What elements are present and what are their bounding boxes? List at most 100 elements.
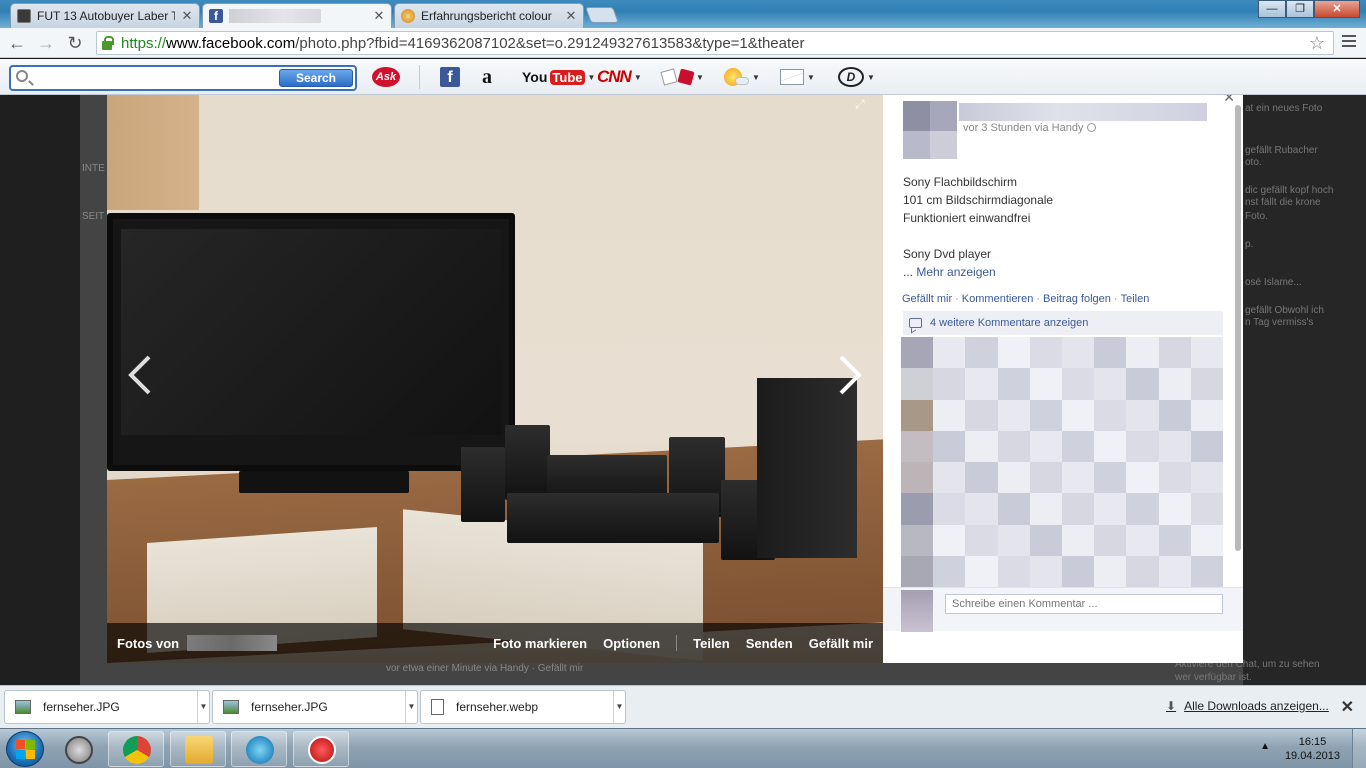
blurred-comment-pixel bbox=[1158, 399, 1191, 431]
comment-link[interactable]: Kommentieren bbox=[962, 293, 1034, 305]
send-button[interactable]: Senden bbox=[746, 636, 793, 651]
comment-input[interactable] bbox=[945, 594, 1223, 614]
tab-facebook[interactable]: f ✕ bbox=[202, 3, 392, 28]
blurred-comment-pixel bbox=[1062, 337, 1095, 369]
youtube-icon[interactable]: You Tube ▼ bbox=[522, 67, 595, 87]
fullscreen-icon[interactable]: ⤢ bbox=[855, 97, 869, 111]
show-all-downloads-link[interactable]: ⬇ Alle Downloads anzeigen... bbox=[1166, 699, 1329, 713]
blurred-comment-pixel bbox=[1094, 462, 1127, 494]
ask-search-input[interactable] bbox=[37, 69, 277, 87]
show-desktop-button[interactable] bbox=[1352, 729, 1366, 768]
facebook-icon[interactable]: f bbox=[440, 67, 460, 87]
like-link[interactable]: Gefällt mir bbox=[902, 293, 952, 305]
share-button[interactable]: Teilen bbox=[693, 636, 730, 651]
windows-taskbar: ▲ 16:15 19.04.2013 bbox=[0, 728, 1366, 768]
panel-scrollbar[interactable] bbox=[1235, 105, 1241, 551]
more-comments-link[interactable]: 4 weitere Kommentare anzeigen bbox=[903, 311, 1223, 335]
author-name-blurred[interactable] bbox=[959, 103, 1207, 121]
like-button[interactable]: Gefällt mir bbox=[809, 636, 873, 651]
post-timestamp[interactable]: vor 3 Stunden via Handy bbox=[963, 122, 1096, 134]
games-dice-icon[interactable]: ▼ bbox=[660, 67, 704, 87]
address-bar[interactable]: https://www.facebook.com/photo.php?fbid=… bbox=[96, 31, 1334, 55]
close-downloads-bar-button[interactable]: ✕ bbox=[1341, 697, 1354, 717]
taskbar-people[interactable] bbox=[231, 731, 287, 767]
bookmark-star-icon[interactable]: ☆ bbox=[1309, 33, 1325, 54]
next-photo-arrow-icon[interactable] bbox=[833, 353, 865, 397]
taskbar-explorer[interactable] bbox=[170, 731, 226, 767]
chevron-down-icon[interactable]: ▼ bbox=[696, 73, 704, 82]
blurred-comment-pixel bbox=[933, 399, 966, 431]
taskbar-chrome[interactable] bbox=[108, 731, 164, 767]
window-controls: — ❐ ✕ bbox=[1258, 0, 1360, 18]
blurred-comment-pixel bbox=[933, 555, 966, 587]
chrome-menu-icon[interactable] bbox=[1342, 35, 1356, 50]
chevron-down-icon[interactable]: ▼ bbox=[405, 691, 417, 723]
download-item[interactable]: fernseher.JPG ▼ bbox=[212, 690, 418, 724]
taskbar-fut13-autobuyer[interactable] bbox=[293, 731, 349, 767]
mail-icon[interactable]: ▼ bbox=[780, 67, 815, 87]
blurred-comment-pixel bbox=[901, 368, 934, 400]
minimize-button[interactable]: — bbox=[1258, 0, 1286, 18]
tab-fut13-autobuyer[interactable]: FUT 13 Autobuyer Laber T ✕ bbox=[10, 3, 200, 28]
blurred-comment-pixel bbox=[997, 430, 1030, 462]
bg-text: dic gefällt kopf hoch bbox=[1245, 185, 1334, 196]
my-avatar-blurred bbox=[901, 590, 933, 632]
chevron-down-icon[interactable]: ▼ bbox=[634, 73, 642, 82]
chevron-down-icon[interactable]: ▼ bbox=[588, 73, 596, 82]
tag-photo-button[interactable]: Foto markieren bbox=[493, 636, 587, 651]
tab-erfahrungsbericht[interactable]: Erfahrungsbericht colour ✕ bbox=[394, 3, 584, 28]
ask-icon[interactable]: Ask bbox=[372, 67, 400, 87]
reload-button[interactable]: ↻ bbox=[64, 32, 86, 54]
tab-close-icon[interactable]: ✕ bbox=[373, 9, 385, 22]
taskbar-sync[interactable] bbox=[50, 731, 106, 767]
download-item[interactable]: fernseher.webp ▼ bbox=[420, 690, 626, 724]
windows-start-button[interactable] bbox=[6, 731, 44, 767]
blurred-comment-pixel bbox=[1029, 368, 1062, 400]
blurred-comment-pixel bbox=[1126, 524, 1159, 556]
blurred-comment-pixel bbox=[997, 524, 1030, 556]
photo-action-bar: Fotos von Foto markieren Optionen Teilen… bbox=[107, 623, 883, 663]
new-tab-button[interactable] bbox=[585, 7, 619, 23]
clock[interactable]: 16:15 19.04.2013 bbox=[1285, 735, 1340, 763]
ask-search-button[interactable]: Search bbox=[279, 69, 353, 87]
forward-button[interactable]: → bbox=[35, 32, 57, 54]
author-avatar-blurred[interactable] bbox=[903, 101, 957, 159]
chevron-down-icon[interactable]: ▼ bbox=[867, 73, 875, 82]
blurred-comment-pixel bbox=[1062, 399, 1095, 431]
previous-photo-arrow-icon[interactable] bbox=[125, 353, 157, 397]
blurred-comment-pixel bbox=[901, 430, 934, 462]
tab-close-icon[interactable]: ✕ bbox=[565, 9, 577, 22]
maximize-button[interactable]: ❐ bbox=[1286, 0, 1314, 18]
bg-text: wer verfügbar ist. bbox=[1175, 672, 1252, 683]
options-button[interactable]: Optionen bbox=[603, 636, 660, 651]
cnn-icon[interactable]: CNN ▼ bbox=[597, 67, 642, 87]
chevron-down-icon[interactable]: ▼ bbox=[613, 691, 625, 723]
post-actions: Gefällt mir · Kommentieren · Beitrag folgen ·… bbox=[902, 293, 1150, 305]
blurred-comment-pixel bbox=[1029, 524, 1062, 556]
photo-viewer[interactable]: ⤢ Fotos von Foto markieren Optionen Teil… bbox=[107, 95, 883, 663]
blurred-comment-pixel bbox=[1094, 368, 1127, 400]
show-more-link[interactable]: Mehr anzeigen bbox=[916, 265, 995, 279]
dictionary-icon[interactable]: D ▼ bbox=[838, 67, 875, 87]
blurred-comment-pixel bbox=[933, 337, 966, 369]
share-link[interactable]: Teilen bbox=[1121, 293, 1150, 305]
close-window-button[interactable]: ✕ bbox=[1314, 0, 1360, 18]
bg-text: vor etwa einer Minute via Handy · Gefäll… bbox=[386, 663, 584, 674]
blurred-comment-pixel bbox=[901, 524, 934, 556]
photo-owner-name-blurred[interactable] bbox=[187, 635, 278, 651]
chevron-down-icon[interactable]: ▼ bbox=[807, 73, 815, 82]
back-button[interactable]: ← bbox=[6, 32, 28, 54]
bg-text: INTE bbox=[82, 163, 105, 174]
download-item[interactable]: fernseher.JPG ▼ bbox=[4, 690, 210, 724]
amazon-icon[interactable]: a bbox=[482, 66, 492, 88]
chevron-down-icon[interactable]: ▼ bbox=[197, 691, 209, 723]
weather-icon[interactable]: ▼ bbox=[724, 67, 760, 87]
show-hidden-icons-button[interactable]: ▲ bbox=[1260, 741, 1270, 752]
follow-post-link[interactable]: Beitrag folgen bbox=[1043, 293, 1111, 305]
tab-close-icon[interactable]: ✕ bbox=[181, 9, 193, 22]
photo-speaker bbox=[505, 425, 550, 500]
close-theater-icon[interactable]: ✕ bbox=[1223, 95, 1235, 106]
chevron-down-icon[interactable]: ▼ bbox=[752, 73, 760, 82]
blurred-comment-pixel bbox=[1158, 462, 1191, 494]
blurred-comment-pixel bbox=[1190, 462, 1223, 494]
